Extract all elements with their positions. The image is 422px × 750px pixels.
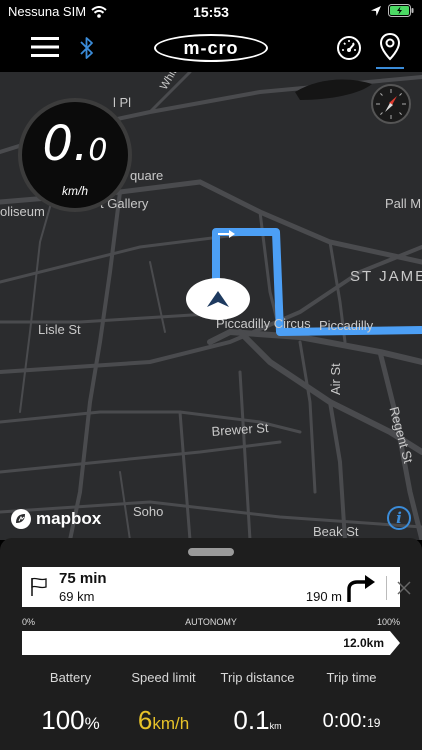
speed-limit-unit: km/h (152, 714, 190, 733)
info-icon: i (396, 509, 402, 527)
flag-icon (31, 577, 47, 596)
map-label: ST JAME (350, 268, 422, 285)
brand-logo: m-cro (154, 34, 268, 62)
speed-limit-stat: Speed limit 6km/h (111, 670, 216, 736)
autonomy-title: AUTONOMY (185, 617, 237, 627)
battery-label: Battery (49, 670, 92, 685)
map-view[interactable]: l Pl Whiteh quare t Gallery oliseum Pall… (0, 72, 422, 540)
top-nav-bar: m-cro (0, 24, 422, 72)
bluetooth-icon (80, 37, 93, 59)
battery-value-wrap: 100% (18, 705, 123, 736)
compass-icon (376, 89, 406, 119)
speedometer-icon (337, 36, 361, 60)
speed-unit: km/h (61, 184, 88, 198)
battery-unit: % (84, 714, 100, 733)
map-label: Beak St (313, 524, 359, 539)
battery-charging-icon (388, 4, 414, 17)
trip-time-stat: Trip time 0:00:19 (299, 670, 404, 733)
autonomy-value: 12.0km (343, 636, 384, 650)
drag-handle[interactable] (188, 548, 234, 556)
mapbox-logo-icon (11, 509, 31, 529)
close-icon (397, 581, 411, 595)
menu-icon (31, 37, 59, 57)
autonomy-bar: 0% AUTONOMY 100% 12.0km (22, 617, 400, 655)
compass-button[interactable] (371, 84, 411, 124)
map-view-button[interactable] (379, 32, 401, 62)
battery-value: 100 (41, 705, 85, 735)
divider (386, 576, 387, 600)
battery-stat: Battery 100% (18, 670, 123, 736)
dashboard-button[interactable] (335, 34, 363, 60)
route-summary-card: 75 min 69 km 190 m (22, 567, 411, 607)
cancel-route-button[interactable] (392, 576, 416, 600)
active-tab-indicator (376, 67, 404, 69)
next-turn-distance: 190 m (305, 589, 342, 604)
speedometer-display: 0.0 km/h (18, 98, 132, 212)
clock: 15:53 (193, 4, 229, 20)
current-speed: 0.0 (22, 116, 128, 172)
route-duration: 75 min (59, 570, 107, 587)
trip-panel: 75 min 69 km 190 m 0% AUTONOMY 100% 12.0… (0, 538, 422, 750)
trip-time-value: 0:00: (322, 710, 368, 732)
current-position-marker (186, 278, 250, 320)
autonomy-max-label: 100% (376, 617, 400, 627)
speed-limit-label: Speed limit (131, 670, 196, 685)
trip-distance-stat: Trip distance 0.1km (205, 670, 310, 736)
speed-limit-value: 6 (137, 705, 153, 735)
autonomy-track: 12.0km (22, 631, 400, 655)
speed-limit-value-wrap: 6km/h (111, 705, 216, 736)
map-label: Piccadilly (319, 318, 374, 333)
trip-time-seconds: 19 (367, 716, 381, 730)
status-bar: Nessuna SIM 15:53 (0, 0, 422, 24)
location-arrow-icon (371, 5, 381, 16)
speed-integer: 0. (42, 116, 89, 172)
map-label: Pall M (385, 196, 422, 211)
map-label: quare (130, 168, 164, 183)
map-label: Soho (133, 504, 164, 519)
route-distance: 69 km (59, 589, 95, 604)
map-label: oliseum (0, 204, 45, 219)
trip-time-value-wrap: 0:00:19 (299, 710, 404, 733)
trip-time-label: Trip time (326, 670, 377, 685)
trip-distance-label: Trip distance (220, 670, 295, 685)
map-label: Air St (328, 363, 343, 395)
navigation-arrow-icon (207, 291, 229, 307)
bluetooth-button[interactable] (80, 36, 94, 60)
trip-distance-value: 0.1 (233, 705, 270, 735)
speed-decimal: 0 (88, 133, 108, 168)
mapbox-attribution[interactable]: mapbox (10, 508, 101, 530)
map-label: Lisle St (38, 322, 81, 337)
map-label: l Pl (113, 95, 132, 110)
turn-right-icon (347, 575, 375, 602)
location-pin-icon (379, 32, 401, 61)
trip-distance-unit: km (269, 721, 282, 731)
trip-distance-value-wrap: 0.1km (205, 705, 310, 736)
mapbox-text: mapbox (36, 509, 102, 528)
trip-stats: Battery 100% Speed limit 6km/h Trip dist… (0, 670, 422, 750)
info-button[interactable]: i (387, 506, 411, 530)
menu-button[interactable] (31, 36, 59, 58)
